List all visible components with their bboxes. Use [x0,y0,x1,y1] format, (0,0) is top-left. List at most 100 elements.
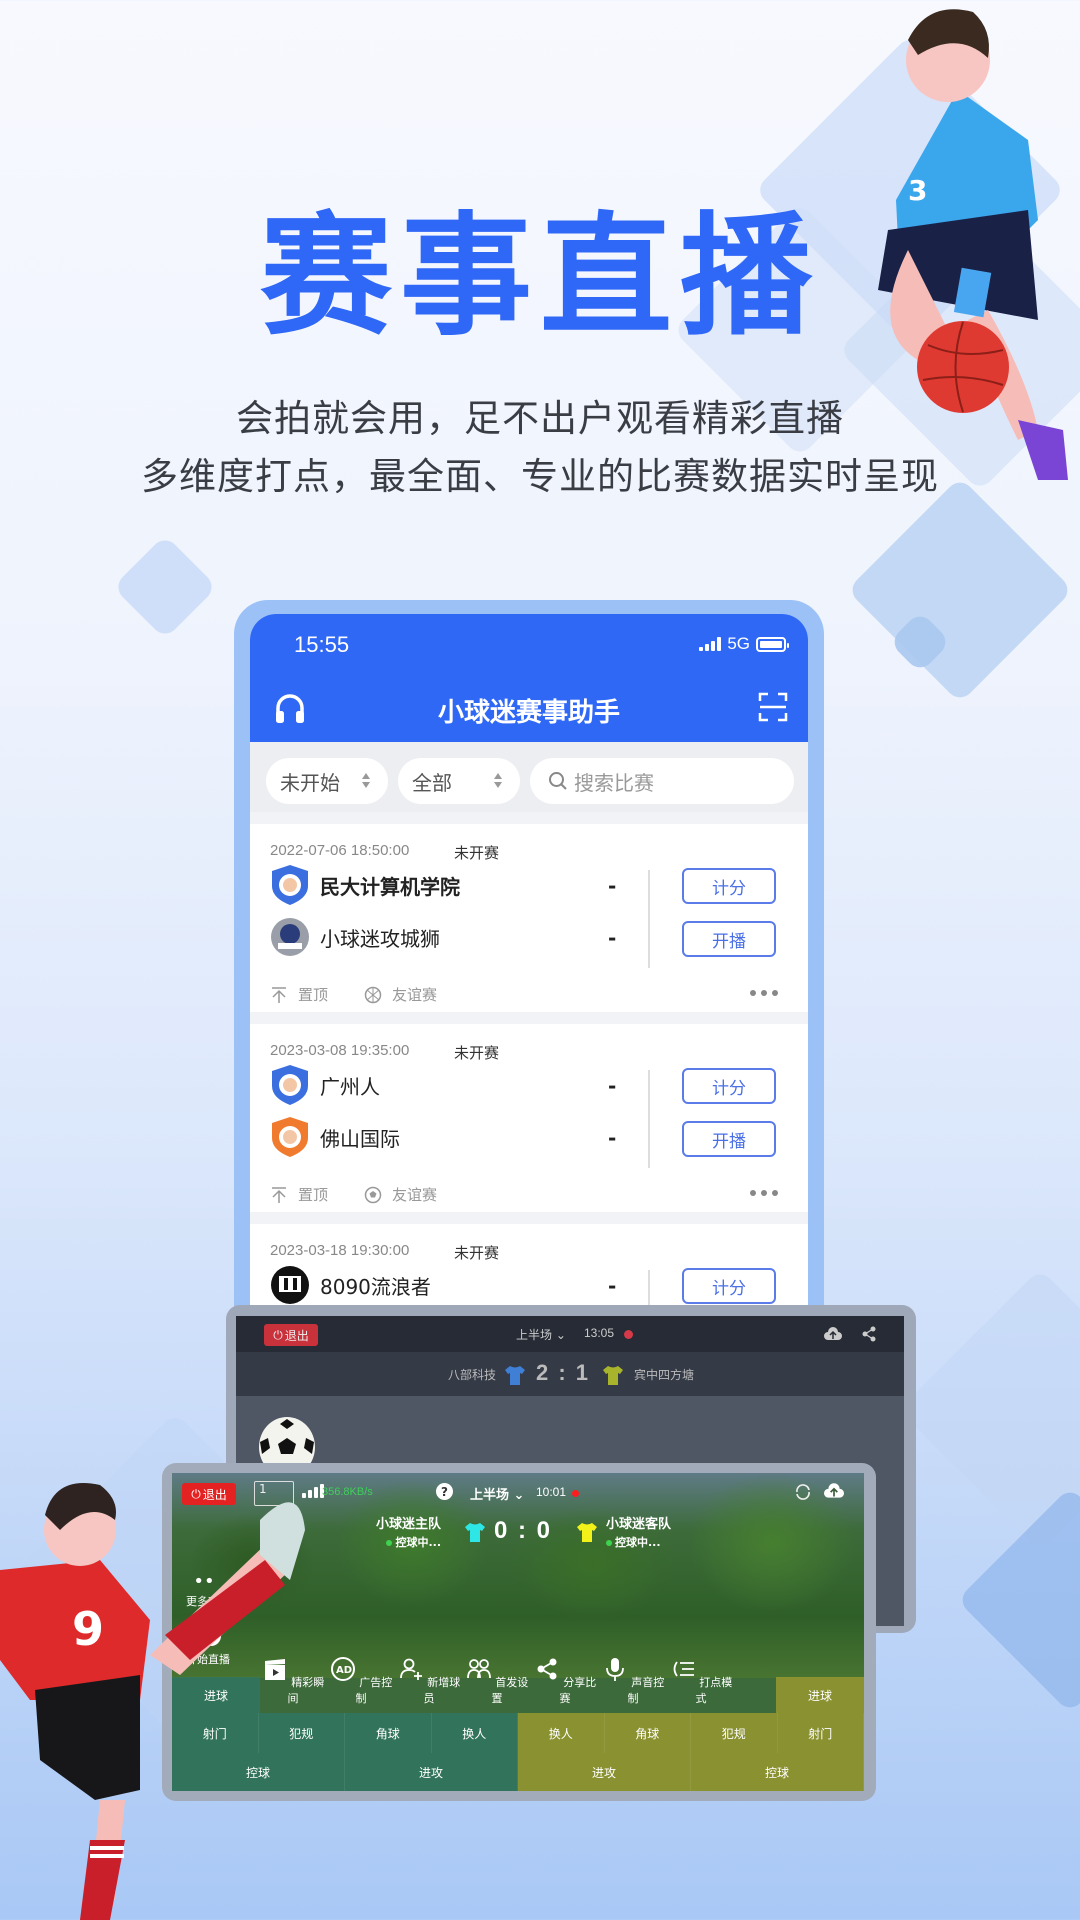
period-label: 上半场 [470,1488,510,1503]
sort-arrows-icon [362,771,370,791]
away-goal-button[interactable]: 进球 [776,1677,864,1713]
top-bar [236,1316,904,1352]
signal-icon [699,637,722,651]
more-options-icon[interactable] [750,990,778,996]
match-state: 未开赛 [454,1044,500,1062]
tool-sound[interactable]: 声音控制 [600,1656,666,1706]
match-card[interactable]: 2023-03-08 19:35:00 未开赛 广州人 - 佛山国际 - 计分 … [250,1024,808,1212]
app-title: 小球迷赛事助手 [437,698,620,728]
match-score: 0 : 0 [494,1517,553,1544]
home-team-name: 小球迷主队 [376,1517,442,1532]
ad-icon: AD [330,1657,355,1681]
home-score: - [608,1074,617,1098]
recording-dot-icon [624,1330,633,1339]
svg-text:9: 9 [72,1602,104,1656]
go-live-button[interactable]: 开播 [682,1121,776,1157]
away-team-name: 小球迷客队 [606,1517,672,1532]
tool-label: 打点模式 [695,1676,733,1705]
home-sub-button[interactable]: 换人 [431,1713,518,1753]
refresh-icon[interactable] [794,1483,812,1501]
game-clock: 13:05 [584,1326,615,1340]
score-button[interactable]: 计分 [682,868,776,904]
score-button[interactable]: 计分 [682,1068,776,1104]
home-team-name: 八部科技 [448,1368,497,1382]
phone-screen: 15:55 5G 小球迷赛事助手 未开始 全部 搜索比赛 2022-07-06 … [250,614,808,1354]
home-attack-button[interactable]: 进攻 [345,1753,518,1791]
svg-text:3: 3 [908,174,927,207]
team-badge-icon [272,1117,308,1157]
status-dot-icon [386,1540,393,1546]
home-team: 广州人 [270,1064,380,1106]
tool-share[interactable]: 分享比赛 [532,1656,598,1706]
away-score: - [608,926,617,950]
away-corner-button[interactable]: 角球 [604,1713,691,1753]
tool-lineup[interactable]: 首发设置 [464,1656,530,1706]
away-possession-status: 控球中... [606,1534,671,1550]
away-attack-button[interactable]: 进攻 [518,1753,691,1791]
help-icon[interactable]: ? [436,1483,453,1500]
decor-diamond [112,534,218,640]
exit-button[interactable]: ⏻ 退出 [264,1324,318,1346]
tool-ad-control[interactable]: AD 广告控制 [328,1656,394,1706]
go-live-button[interactable]: 开播 [682,921,776,957]
match-datetime: 2022-07-06 18:50:00 [270,842,410,859]
home-corner-button[interactable]: 角球 [345,1713,432,1753]
chevron-down-icon: ⌄ [555,1328,566,1342]
cloud-upload-icon[interactable] [824,1483,844,1499]
away-sub-button[interactable]: 换人 [518,1713,605,1753]
scan-icon[interactable] [758,692,788,722]
home-jersey-icon [505,1366,525,1385]
match-card[interactable]: 2022-07-06 18:50:00 未开赛 民大计算机学院 - 小球迷攻城狮… [250,824,808,1012]
search-icon [549,772,567,790]
away-shot-button[interactable]: 射门 [777,1713,864,1753]
away-team-name: 宾中四方塘 [634,1368,695,1382]
team-name: 佛山国际 [320,1126,400,1151]
tool-add-player[interactable]: 新增球员 [396,1656,462,1706]
pin-top-icon[interactable] [270,986,288,1004]
match-datetime: 2023-03-08 19:35:00 [270,1042,410,1059]
period-select[interactable]: 上半场 ⌄ [516,1326,566,1343]
team-badge-icon [272,865,308,905]
pin-label[interactable]: 置顶 [298,984,328,1005]
period-select[interactable]: 上半场 ⌄ [470,1484,524,1503]
divider [648,870,650,968]
search-input[interactable]: 搜索比赛 [530,758,794,804]
cloud-upload-icon[interactable] [824,1327,842,1341]
away-jersey-icon [603,1366,623,1385]
team-name: 民大计算机学院 [320,874,460,899]
exit-label: 退出 [284,1328,309,1343]
search-placeholder: 搜索比赛 [574,770,654,795]
share-icon [537,1658,557,1680]
status-time: 15:55 [294,632,350,657]
recording-dot-icon [572,1490,579,1497]
team-badge-icon [272,1065,308,1105]
away-possession-button[interactable]: 控球 [691,1753,864,1791]
tool-marking-mode[interactable]: 打点模式 [668,1656,734,1706]
pin-top-icon[interactable] [270,1186,288,1204]
chevron-down-icon: ⌄ [513,1488,525,1503]
score-button[interactable]: 计分 [682,1268,776,1304]
network-label: 5G [727,634,750,653]
team-avatar-icon [271,1266,309,1304]
team-name: 广州人 [320,1074,380,1099]
football-icon [364,1186,382,1203]
away-foul-button[interactable]: 犯规 [691,1713,778,1753]
home-jersey-icon [465,1523,485,1542]
sort-arrows-icon [494,771,502,791]
home-team: 8090流浪者 [270,1264,431,1306]
match-type-label: 友谊赛 [392,1186,438,1204]
category-select[interactable]: 全部 [398,758,520,804]
card-footer: 置顶 友谊赛 [270,1184,437,1205]
period-label: 上半场 [516,1328,553,1342]
home-score: - [608,874,617,898]
list-mode-icon [673,1661,694,1677]
away-team-block: 小球迷客队 控球中... [606,1513,671,1550]
status-select-value: 未开始 [280,770,340,795]
more-options-icon[interactable] [750,1190,778,1196]
match-type-label: 友谊赛 [392,986,438,1004]
status-select[interactable]: 未开始 [266,758,388,804]
pin-label[interactable]: 置顶 [298,1184,328,1205]
away-score: - [608,1126,617,1150]
share-icon[interactable] [862,1326,876,1342]
match-score: 2 : 1 [536,1360,591,1385]
